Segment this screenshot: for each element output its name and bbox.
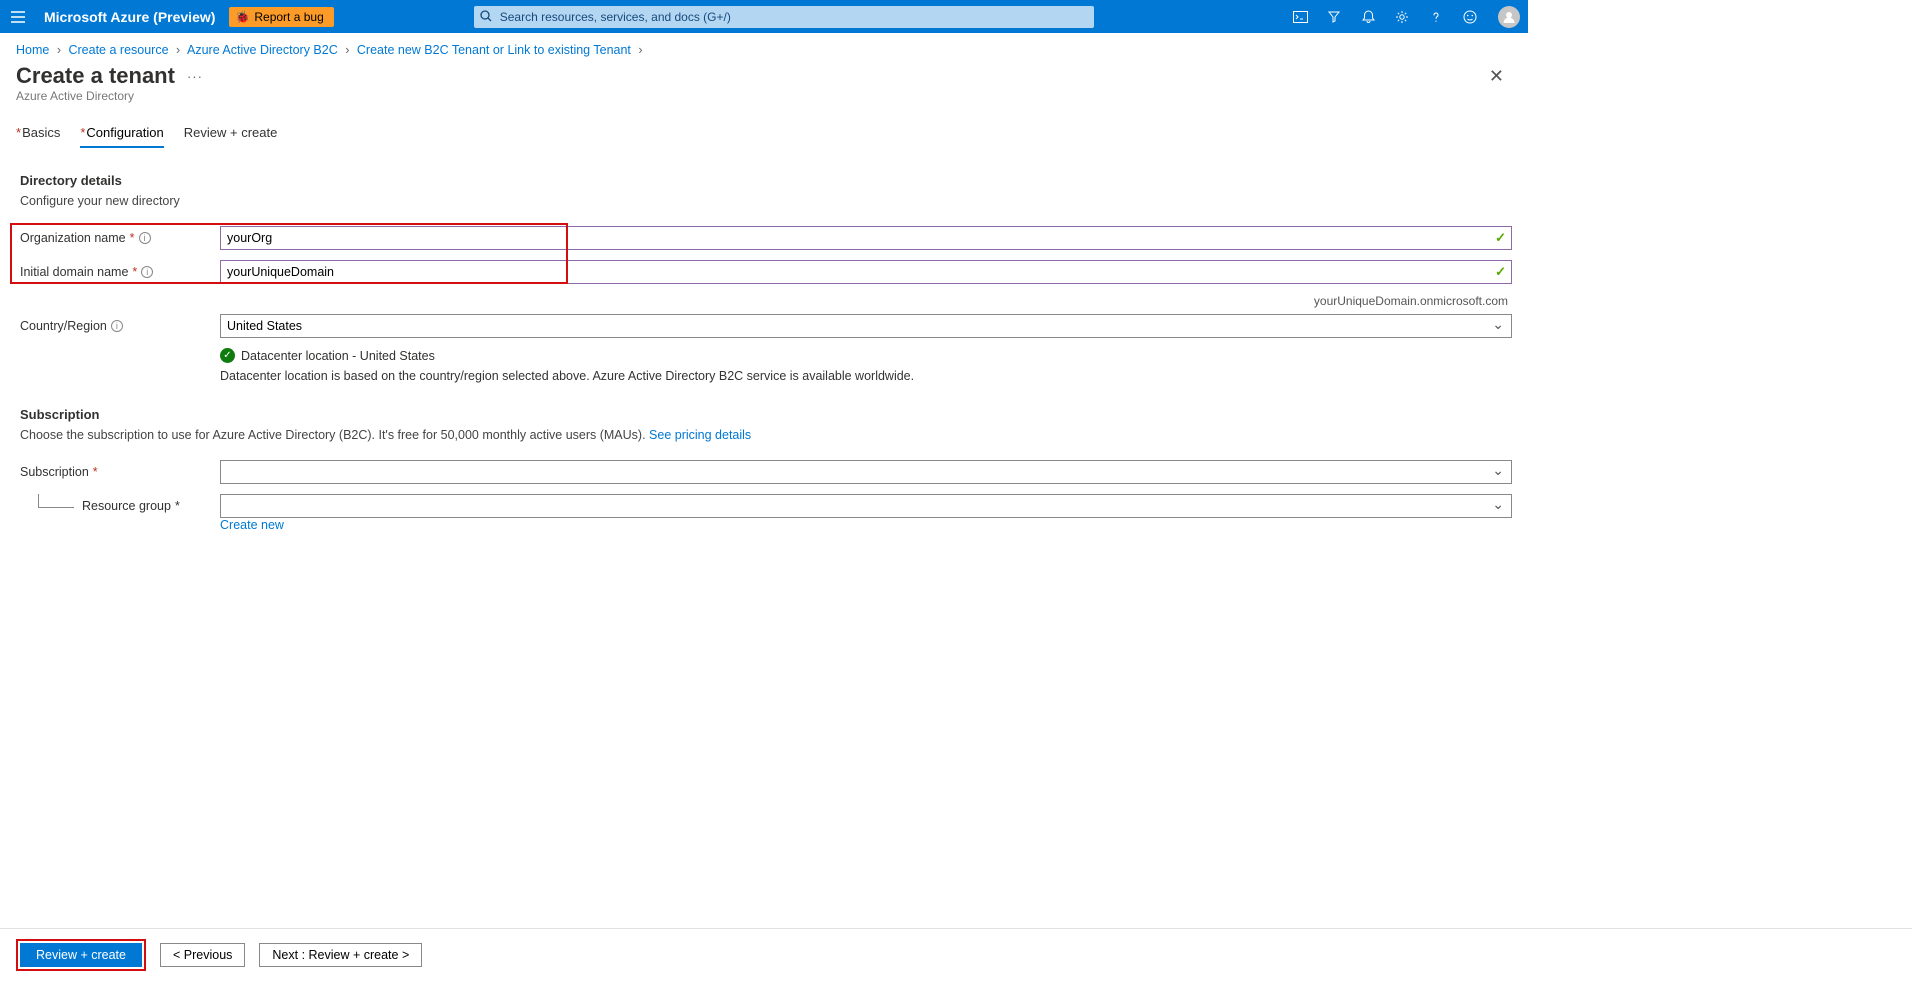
pricing-link[interactable]: See pricing details <box>649 428 751 442</box>
directory-section-title: Directory details <box>20 173 1512 188</box>
more-icon[interactable]: ··· <box>187 69 203 84</box>
label-subscription: Subscription * <box>20 465 220 479</box>
datacenter-location-text: Datacenter location - United States <box>241 349 435 363</box>
required-marker: * <box>175 499 180 513</box>
label-domain-name-text: Initial domain name <box>20 265 128 279</box>
domain-suffix: yourUniqueDomain.onmicrosoft.com <box>20 294 1512 308</box>
tab-review[interactable]: Review + create <box>184 125 278 148</box>
datacenter-note: Datacenter location is based on the coun… <box>220 369 1512 383</box>
settings-icon[interactable] <box>1394 9 1410 25</box>
subscription-section-title: Subscription <box>20 407 1512 422</box>
search-icon <box>480 10 492 25</box>
label-resource-group: Resource group * <box>82 499 220 513</box>
bug-label: Report a bug <box>254 10 323 24</box>
user-avatar[interactable] <box>1498 6 1520 28</box>
tab-configuration-label: Configuration <box>86 125 163 140</box>
select-country[interactable]: United States <box>220 314 1512 338</box>
chevron-right-icon: › <box>176 43 180 57</box>
toolbar-icons <box>1292 9 1478 25</box>
create-new-rg-link[interactable]: Create new <box>220 518 284 532</box>
directory-filter-icon[interactable] <box>1326 9 1342 25</box>
label-org-name-text: Organization name <box>20 231 126 245</box>
datacenter-location: ✓ Datacenter location - United States <box>220 348 1512 363</box>
row-subscription: Subscription * <box>20 460 1512 484</box>
select-subscription[interactable] <box>220 460 1512 484</box>
label-country-text: Country/Region <box>20 319 107 333</box>
crumb-create-link-tenant[interactable]: Create new B2C Tenant or Link to existin… <box>357 43 631 57</box>
tabs: *Basics *Configuration Review + create <box>0 115 1528 149</box>
page-subtitle: Azure Active Directory <box>0 89 1528 115</box>
row-country: Country/Region i United States <box>20 314 1512 338</box>
help-icon[interactable] <box>1428 9 1444 25</box>
crumb-create-resource[interactable]: Create a resource <box>68 43 168 57</box>
cloud-shell-icon[interactable] <box>1292 9 1308 25</box>
required-marker: * <box>132 265 137 279</box>
tab-configuration[interactable]: *Configuration <box>80 125 163 148</box>
chevron-right-icon: › <box>345 43 349 57</box>
content: Directory details Configure your new dir… <box>0 149 1528 532</box>
directory-section-desc: Configure your new directory <box>20 194 1512 208</box>
chevron-right-icon: › <box>57 43 61 57</box>
crumb-aad-b2c[interactable]: Azure Active Directory B2C <box>187 43 338 57</box>
next-button[interactable]: Next : Review + create > <box>259 943 422 967</box>
label-org-name: Organization name * i <box>20 231 220 245</box>
info-icon[interactable]: i <box>139 232 151 244</box>
select-resource-group[interactable] <box>220 494 1512 518</box>
close-icon[interactable]: ✕ <box>1489 66 1512 87</box>
row-resource-group: Resource group * <box>20 494 1512 518</box>
success-icon: ✓ <box>220 348 235 363</box>
tree-connector-icon <box>38 494 74 508</box>
subscription-desc-text: Choose the subscription to use for Azure… <box>20 428 649 442</box>
tab-basics[interactable]: *Basics <box>16 125 60 148</box>
menu-icon[interactable] <box>8 11 28 23</box>
chevron-right-icon: › <box>638 43 642 57</box>
bug-icon: 🐞 <box>235 10 250 24</box>
row-org-name: Organization name * i ✓ <box>20 226 1512 250</box>
brand-label[interactable]: Microsoft Azure (Preview) <box>44 9 215 25</box>
notifications-icon[interactable] <box>1360 9 1376 25</box>
breadcrumb: Home › Create a resource › Azure Active … <box>0 33 1528 61</box>
input-org-name[interactable] <box>220 226 1512 250</box>
checkmark-icon: ✓ <box>1495 264 1506 280</box>
subscription-section-desc: Choose the subscription to use for Azure… <box>20 428 1512 442</box>
label-resource-group-text: Resource group <box>82 499 171 513</box>
previous-button[interactable]: < Previous <box>160 943 245 967</box>
required-marker: * <box>130 231 135 245</box>
page-title: Create a tenant <box>16 63 175 89</box>
top-bar: Microsoft Azure (Preview) 🐞 Report a bug <box>0 0 1528 33</box>
tab-basics-label: Basics <box>22 125 60 140</box>
footer: Review + create < Previous Next : Review… <box>0 928 1912 981</box>
search-input[interactable] <box>474 6 1094 28</box>
report-bug-button[interactable]: 🐞 Report a bug <box>229 7 333 27</box>
row-domain-name: Initial domain name * i ✓ <box>20 260 1512 284</box>
info-icon[interactable]: i <box>141 266 153 278</box>
input-domain-name[interactable] <box>220 260 1512 284</box>
label-domain-name: Initial domain name * i <box>20 265 220 279</box>
checkmark-icon: ✓ <box>1495 230 1506 246</box>
search-wrap <box>474 6 1094 28</box>
highlight-box-review: Review + create <box>16 939 146 971</box>
review-create-button[interactable]: Review + create <box>20 943 142 967</box>
crumb-home[interactable]: Home <box>16 43 49 57</box>
title-row: Create a tenant ··· ✕ <box>0 61 1528 89</box>
label-subscription-text: Subscription <box>20 465 89 479</box>
tab-review-label: Review + create <box>184 125 278 140</box>
info-icon[interactable]: i <box>111 320 123 332</box>
required-marker: * <box>93 465 98 479</box>
label-country: Country/Region i <box>20 319 220 333</box>
feedback-icon[interactable] <box>1462 9 1478 25</box>
